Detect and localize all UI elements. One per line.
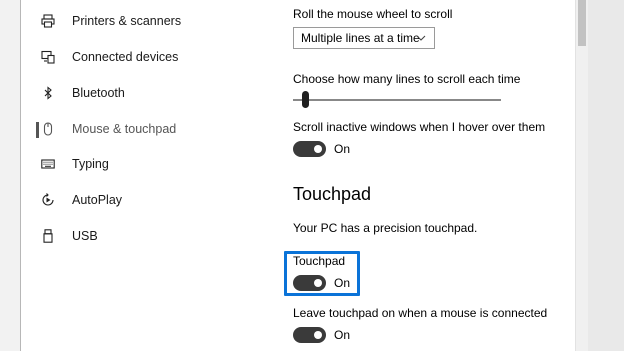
scroll-inactive-toggle[interactable]: On [293, 140, 350, 158]
sidebar-item-usb[interactable]: USB [41, 224, 98, 248]
keyboard-icon [41, 157, 55, 171]
sidebar-item-printers-scanners[interactable]: Printers & scanners [41, 9, 181, 33]
scroll-wheel-label: Roll the mouse wheel to scroll [293, 7, 453, 21]
sidebar-item-label: Printers & scanners [72, 14, 182, 28]
sidebar-item-bluetooth[interactable]: Bluetooth [41, 81, 125, 105]
connected-devices-icon [41, 50, 55, 64]
leave-touchpad-label: Leave touchpad on when a mouse is connec… [293, 306, 548, 320]
sidebar-item-label: Mouse & touchpad [72, 122, 177, 136]
left-window-edge [0, 0, 20, 351]
chevron-down-icon [416, 35, 426, 41]
slider-track [293, 99, 501, 101]
bluetooth-icon [41, 86, 55, 100]
toggle-switch[interactable] [293, 327, 326, 343]
vertical-scrollbar[interactable] [575, 0, 588, 351]
touchpad-focus-highlight [284, 251, 360, 296]
sidebar-item-mouse-touchpad[interactable]: Mouse & touchpad [41, 117, 176, 141]
scrollbar-thumb[interactable] [578, 0, 586, 46]
dropdown-selected-value: Multiple lines at a time [301, 31, 420, 45]
mouse-icon [41, 122, 55, 136]
sidebar: Printers & scanners Connected devices Bl… [21, 0, 271, 351]
lines-to-scroll-slider[interactable] [293, 91, 501, 109]
printer-icon [41, 14, 55, 28]
scroll-wheel-dropdown[interactable]: Multiple lines at a time [293, 27, 435, 49]
scroll-inactive-label: Scroll inactive windows when I hover ove… [293, 120, 546, 134]
mouse-touchpad-settings: Roll the mouse wheel to scroll Multiple … [293, 0, 563, 351]
toggle-switch[interactable] [293, 141, 326, 157]
sidebar-item-typing[interactable]: Typing [41, 152, 109, 176]
usb-icon [41, 229, 55, 243]
sidebar-item-autoplay[interactable]: AutoPlay [41, 188, 122, 212]
leave-touchpad-toggle[interactable]: On [293, 326, 350, 344]
sidebar-item-label: AutoPlay [72, 193, 123, 207]
toggle-state-text: On [334, 142, 351, 156]
toggle-state-text: On [334, 328, 351, 342]
sidebar-item-connected-devices[interactable]: Connected devices [41, 45, 178, 69]
right-background [588, 0, 624, 351]
toggle-knob [314, 331, 322, 339]
lines-slider-label: Choose how many lines to scroll each tim… [293, 72, 521, 86]
sidebar-item-label: Typing [72, 157, 109, 171]
touchpad-section-title: Touchpad [293, 184, 372, 204]
autoplay-icon [41, 193, 55, 207]
sidebar-item-label: Connected devices [72, 50, 179, 64]
sidebar-item-label: USB [72, 229, 98, 243]
touchpad-description: Your PC has a precision touchpad. [293, 221, 478, 235]
active-item-indicator [36, 122, 39, 138]
toggle-knob [314, 145, 322, 153]
slider-thumb[interactable] [302, 91, 310, 108]
sidebar-item-label: Bluetooth [72, 86, 125, 100]
settings-window: Printers & scanners Connected devices Bl… [0, 0, 624, 351]
